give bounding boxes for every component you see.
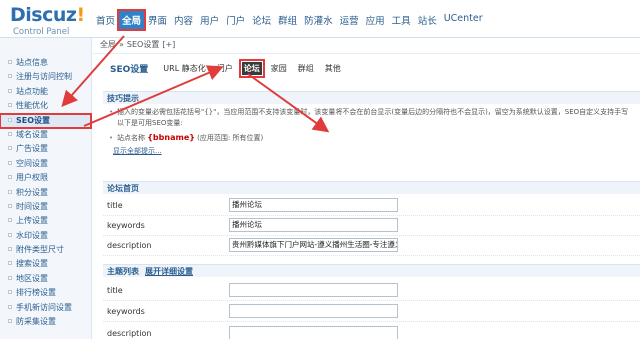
logo-text: Discuz! [10, 4, 85, 26]
sidebar-item-performance[interactable]: 性能优化 [0, 99, 91, 113]
field-label: title [107, 286, 123, 295]
sidebar-item-watermark[interactable]: 水印设置 [0, 229, 91, 243]
bullet-icon [8, 175, 12, 180]
breadcrumb-current: SEO设置 [126, 40, 160, 49]
add-shortcut-button[interactable]: [+] [162, 40, 175, 49]
bullet-icon [8, 88, 12, 93]
bullet-icon [8, 146, 12, 151]
bullet-icon [8, 74, 12, 79]
top-navigation: 首页 全局 界面 内容 用户 门户 论坛 群组 防灌水 运营 应用 工具 站长 … [93, 9, 487, 31]
thread-list-title-input[interactable] [229, 283, 398, 297]
bullet-icon [8, 131, 12, 136]
tab-forum[interactable]: 论坛 [238, 59, 265, 78]
topnav-operation[interactable]: 运营 [337, 11, 362, 29]
topnav-user[interactable]: 用户 [197, 11, 222, 29]
bullet-icon [8, 247, 12, 252]
sidebar-item-permissions[interactable]: 用户权限 [0, 171, 91, 185]
breadcrumb-root[interactable]: 全局 [100, 40, 116, 49]
tips-panel: 插入的变量必需包括花括号"{}"，当应用范围不支持该变量时，该变量将不会在前台显… [107, 107, 635, 156]
field-label: keywords [107, 221, 145, 230]
sidebar-item-site-info[interactable]: 站点信息 [0, 56, 91, 70]
show-all-tips-link[interactable]: 显示全部提示... [107, 146, 635, 157]
breadcrumb: 全局» SEO设置 [+] [100, 38, 178, 52]
topnav-group[interactable]: 群组 [275, 11, 300, 29]
forum-home-keywords-row: keywords 播州论坛 [103, 216, 640, 236]
header: Discuz! Control Panel 首页 全局 界面 内容 用户 门户 … [0, 0, 640, 38]
thread-list-title-row: title [103, 281, 640, 301]
tab-portal[interactable]: 门户 [215, 62, 235, 75]
main-content: 全局» SEO设置 [+] SEO设置 URL 静态化 门户 论坛 家园 群组 其他… [93, 38, 640, 339]
bullet-icon [8, 261, 12, 266]
thread-list-keywords-row: keywords [103, 302, 640, 322]
field-label: title [107, 201, 123, 210]
tab-bar: SEO设置 URL 静态化 门户 论坛 家园 群组 其他 [108, 59, 350, 78]
tip-variable: 站点名称 {bbname} (应用范围: 所有位置) [107, 133, 635, 144]
sidebar-item-space[interactable]: 空间设置 [0, 157, 91, 171]
topnav-home[interactable]: 首页 [93, 11, 118, 29]
topnav-style[interactable]: 界面 [145, 11, 170, 29]
sidebar-item-seo[interactable]: SEO设置 [0, 112, 92, 129]
sidebar-item-region[interactable]: 地区设置 [0, 272, 91, 286]
thread-list-header: 主题列表 展开详细设置 [103, 264, 640, 277]
forum-home-title-row: title 播州论坛 [103, 196, 640, 216]
thread-list-description-row: description [103, 324, 640, 339]
topnav-content[interactable]: 内容 [171, 11, 196, 29]
bullet-icon [8, 103, 12, 108]
discuz-logo[interactable]: Discuz! Control Panel [10, 4, 85, 38]
sidebar-item-site-features[interactable]: 站点功能 [0, 85, 91, 99]
bullet-icon [8, 319, 12, 324]
field-label: description [107, 241, 152, 250]
field-label: keywords [107, 307, 145, 316]
bullet-icon [8, 203, 12, 208]
topnav-apps[interactable]: 应用 [363, 11, 388, 29]
topnav-founder[interactable]: 站长 [415, 11, 440, 29]
bullet-icon [8, 290, 12, 295]
bullet-icon [8, 117, 12, 122]
bullet-icon [8, 218, 12, 223]
sidebar-item-time[interactable]: 时间设置 [0, 200, 91, 214]
topnav-forum[interactable]: 论坛 [249, 11, 274, 29]
bullet-icon [8, 60, 12, 64]
logo-subtitle: Control Panel [13, 27, 70, 37]
tab-home[interactable]: 家园 [269, 62, 289, 75]
thread-list-keywords-input[interactable] [229, 304, 398, 318]
forum-home-keywords-input[interactable]: 播州论坛 [229, 218, 398, 232]
topnav-global[interactable]: 全局 [117, 9, 147, 31]
topnav-antispam[interactable]: 防灌水 [301, 11, 336, 29]
bullet-icon [8, 232, 12, 237]
sidebar-item-ads[interactable]: 广告设置 [0, 142, 91, 156]
forum-home-description-row: description 贵州黔媒体旗下门户网站-遵义播州生活圈-专注遵义播 [103, 236, 640, 256]
sidebar-item-credits[interactable]: 积分设置 [0, 186, 91, 200]
tab-other[interactable]: 其他 [323, 62, 343, 75]
topnav-tools[interactable]: 工具 [389, 11, 414, 29]
sidebar-item-domain[interactable]: 域名设置 [0, 128, 91, 142]
tips-header: 技巧提示 [103, 91, 640, 104]
bullet-icon [8, 160, 12, 165]
forum-home-description-input[interactable]: 贵州黔媒体旗下门户网站-遵义播州生活圈-专注遵义播 [229, 238, 398, 252]
sidebar-item-ranklist[interactable]: 排行榜设置 [0, 286, 91, 300]
thread-list-description-input[interactable] [229, 326, 398, 339]
divider [93, 53, 640, 54]
bullet-icon [8, 189, 12, 194]
sidebar: 站点信息 注册与访问控制 站点功能 性能优化 SEO设置 域名设置 广告设置 空… [0, 38, 92, 339]
field-label: description [107, 329, 152, 338]
tab-url-rewrite[interactable]: URL 静态化 [161, 62, 207, 75]
bullet-icon [8, 304, 12, 309]
tab-seo-settings[interactable]: SEO设置 [108, 61, 150, 76]
sidebar-item-mobile[interactable]: 手机新访问设置 [0, 301, 91, 315]
sidebar-item-anticollect[interactable]: 防采集设置 [0, 315, 91, 329]
topnav-ucenter[interactable]: UCenter [441, 11, 486, 29]
breadcrumb-separator: » [119, 40, 124, 49]
sidebar-item-upload[interactable]: 上传设置 [0, 214, 91, 228]
expand-settings-link[interactable]: 展开详细设置 [145, 267, 193, 276]
sidebar-item-register-access[interactable]: 注册与访问控制 [0, 70, 91, 84]
forum-home-title-input[interactable]: 播州论坛 [229, 198, 398, 212]
topnav-portal[interactable]: 门户 [223, 11, 248, 29]
bullet-icon [8, 275, 12, 280]
tab-group[interactable]: 群组 [296, 62, 316, 75]
forum-home-header: 论坛首页 [103, 181, 640, 194]
sidebar-item-search[interactable]: 搜索设置 [0, 257, 91, 271]
sidebar-item-attachment-types[interactable]: 附件类型尺寸 [0, 243, 91, 257]
tip-line: 插入的变量必需包括花括号"{}"，当应用范围不支持该变量时，该变量将不会在前台显… [107, 107, 635, 128]
